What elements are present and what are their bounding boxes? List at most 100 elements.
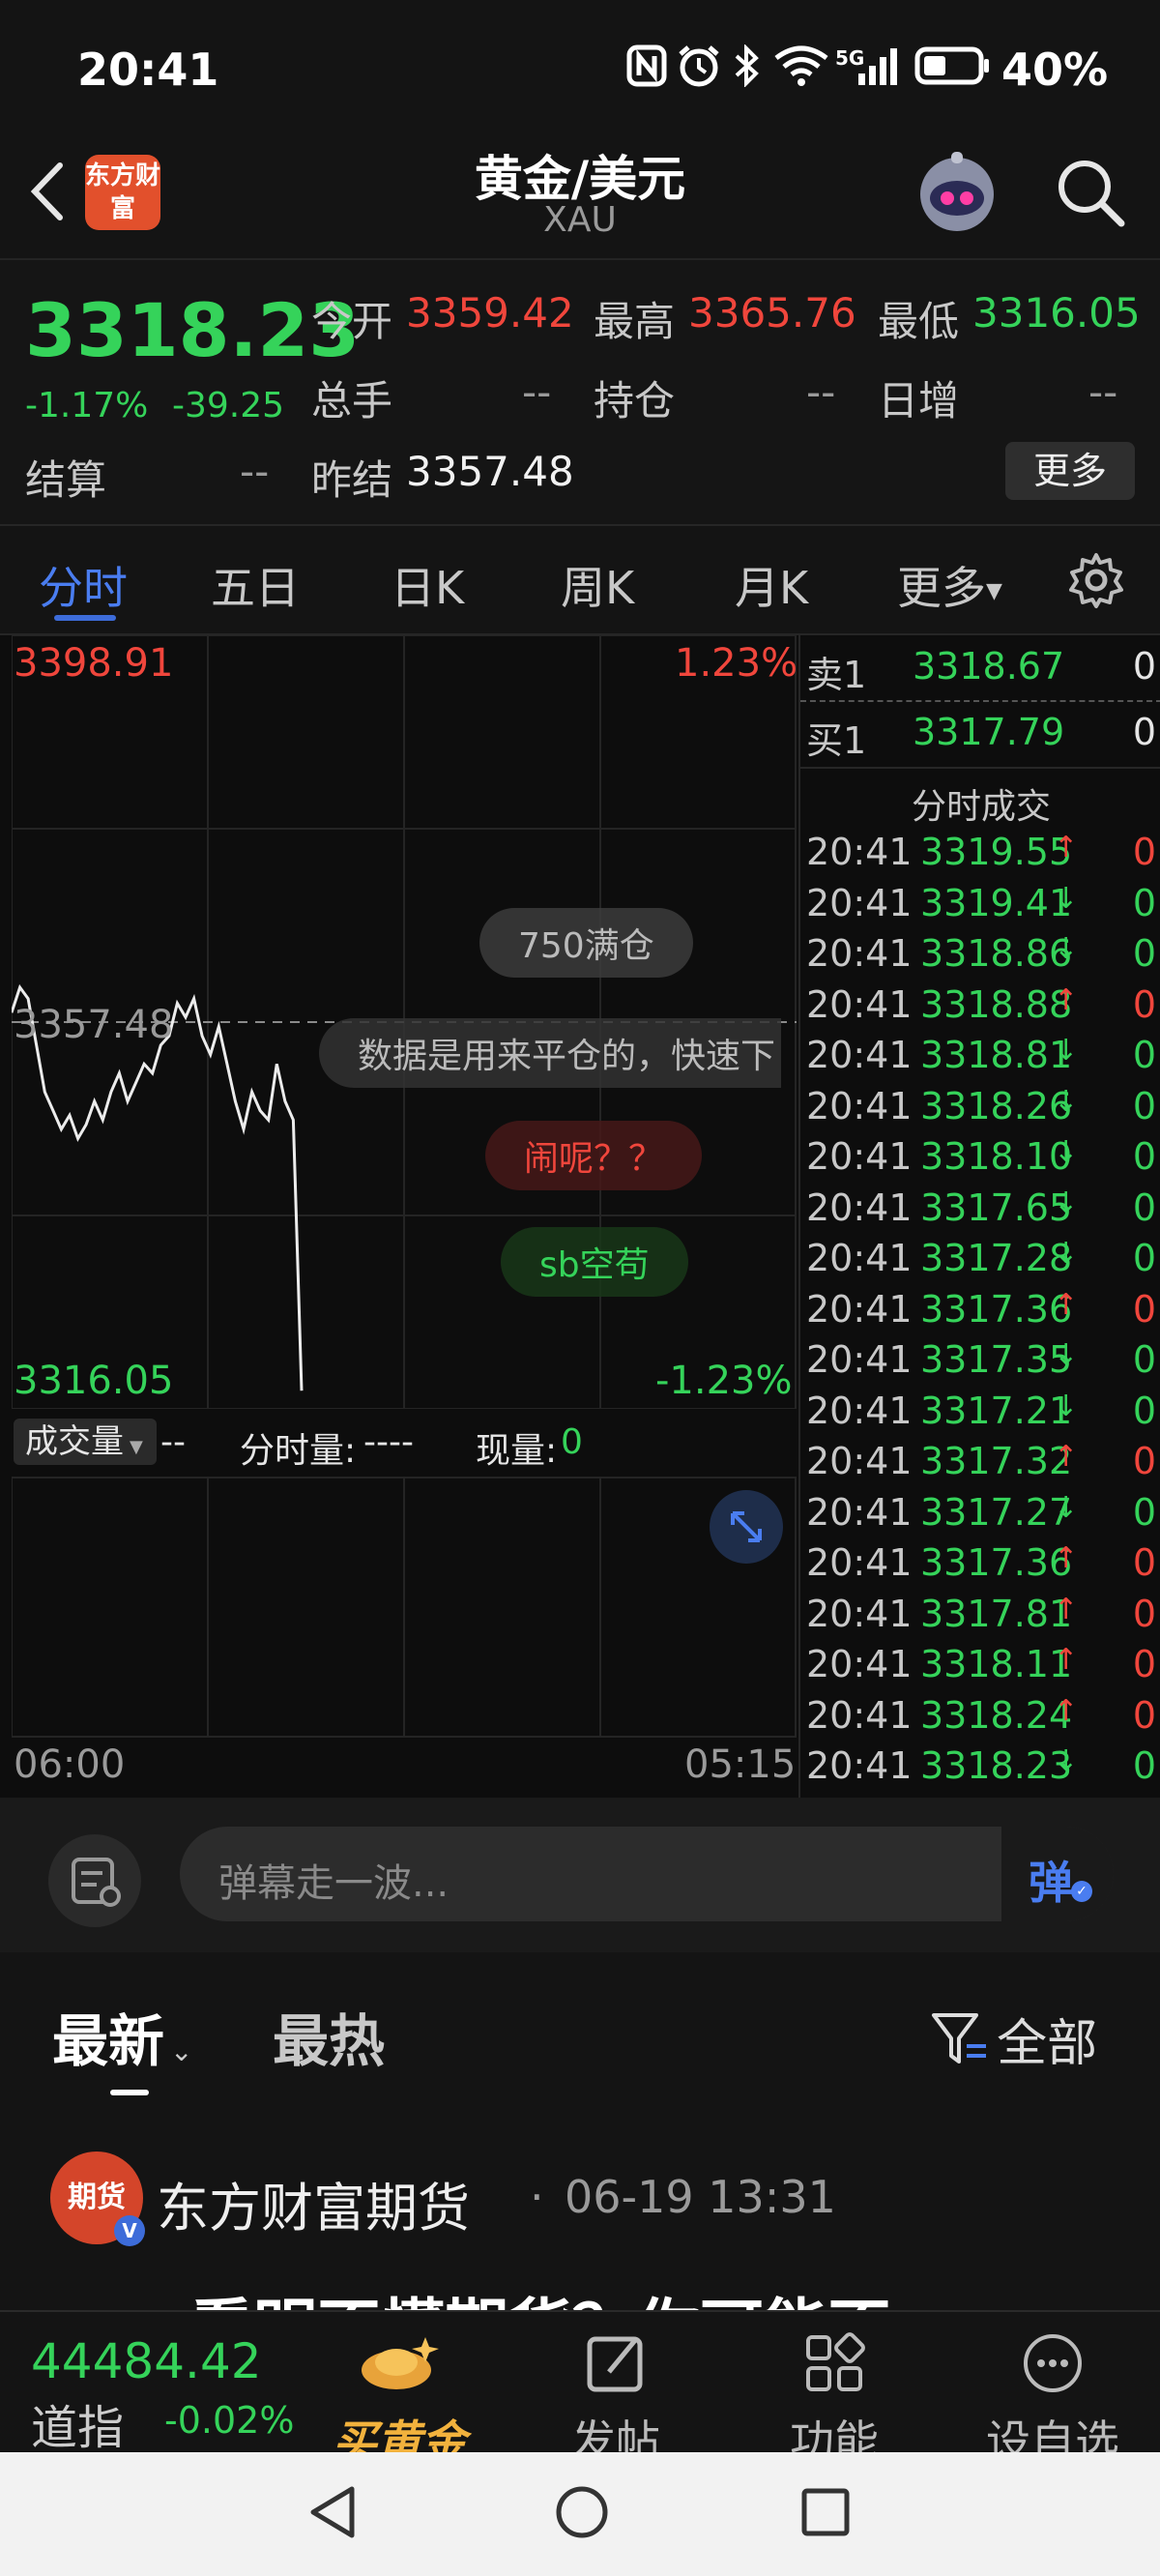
check-icon: ✓ — [1071, 1881, 1092, 1902]
danmaku-input[interactable]: 弹幕走一波... 弹 ✓ — [180, 1827, 1114, 1921]
expand-icon[interactable] — [710, 1490, 783, 1564]
danmaku-bubble: 数据是用来平仓的，快速下 — [319, 1018, 782, 1088]
settle-value: -- — [240, 448, 270, 495]
volume-chart-grid — [11, 1477, 797, 1738]
quote-panel: 3318.23 -1.17% -39.25 结算 -- 今开 3359.42 最… — [0, 258, 1160, 524]
arrow-up-icon: ↑ — [1054, 831, 1079, 864]
tick-row: 20:41 3317.81 ↑ 0 — [806, 1593, 1160, 1643]
system-back-icon[interactable] — [305, 2483, 360, 2545]
tab-monthly-k[interactable]: 月K — [735, 553, 808, 617]
y-axis-low: 3316.05 — [14, 1359, 174, 1403]
tick-price: 3317.65 — [920, 1186, 1073, 1229]
danmaku-bubble: 闹呢？？ — [485, 1121, 703, 1190]
danmaku-send-button[interactable]: 弹 ✓ — [1001, 1827, 1114, 1921]
tick-price: 3318.10 — [920, 1135, 1073, 1178]
tick-price: 3318.81 — [920, 1034, 1073, 1076]
post-author[interactable]: 东方财富期货 — [157, 2165, 470, 2241]
tick-row: 20:41 3317.28 ↓ 0 — [806, 1237, 1160, 1287]
arrow-up-icon: ↑ — [1054, 1592, 1079, 1626]
tick-row: 20:41 3319.55 ↑ 0 — [806, 831, 1160, 881]
tick-time: 20:41 — [806, 1541, 913, 1584]
intraday-chart[interactable]: 3398.91 1.23% 3357.48 3316.05 -1.23% 750… — [10, 634, 798, 1410]
arrow-up-icon: ↑ — [1054, 1693, 1079, 1728]
indicator-select[interactable]: 成交量 ▼ — [14, 1419, 157, 1465]
tab-daily-k[interactable]: 日K — [391, 553, 464, 617]
tick-time: 20:41 — [806, 1693, 913, 1737]
tick-quantity: 0 — [1132, 1186, 1156, 1229]
tab-intraday[interactable]: 分时 — [39, 553, 128, 617]
tick-quantity: 0 — [1132, 1287, 1156, 1331]
filter-button[interactable]: 全部 — [928, 2003, 1097, 2075]
tick-row: 20:41 3318.88 ↑ 0 — [806, 983, 1160, 1034]
open-label: 今开 — [311, 298, 393, 345]
index-name[interactable]: 道指 — [31, 2389, 124, 2457]
volume-chart — [11, 1477, 797, 1738]
search-icon[interactable] — [1052, 154, 1129, 235]
tick-price: 3319.55 — [920, 831, 1073, 873]
tick-quantity: 0 — [1132, 1034, 1156, 1076]
sell-quantity: 0 — [1132, 645, 1156, 688]
arrow-down-icon: ↓ — [1054, 1389, 1079, 1423]
tick-row: 20:41 3317.36 ↑ 0 — [806, 1288, 1160, 1338]
tick-quantity: 0 — [1132, 831, 1156, 873]
position-value: -- — [806, 368, 836, 416]
tab-five-day[interactable]: 五日 — [211, 553, 300, 617]
tick-time: 20:41 — [806, 1490, 913, 1534]
nav-functions[interactable]: 功能 — [762, 2329, 907, 2468]
y-axis-high: 3398.91 — [14, 641, 174, 686]
tick-quantity: 0 — [1132, 1744, 1156, 1787]
index-value[interactable]: 44484.42 — [31, 2333, 262, 2389]
tick-time: 20:41 — [806, 1338, 913, 1381]
active-tab-indicator — [54, 615, 116, 621]
danmaku-settings-icon[interactable] — [48, 1834, 141, 1927]
tick-quantity: 0 — [1132, 1490, 1156, 1534]
bottom-navigation: 44484.42 道指 -0.02% 买黄金 发帖 功能 设自选 — [0, 2310, 1160, 2468]
settings-gear-icon[interactable] — [1067, 551, 1125, 613]
low-label: 最低 — [878, 298, 960, 345]
buy-row: 买1 3317.79 0 — [806, 711, 1160, 762]
more-button[interactable]: 更多 — [1005, 442, 1135, 500]
arrow-down-icon: ↓ — [1054, 932, 1079, 966]
arrow-down-icon: ↓ — [1054, 1135, 1079, 1169]
tab-weekly-k[interactable]: 周K — [561, 553, 634, 617]
system-recents-icon[interactable] — [798, 2485, 853, 2543]
tab-more[interactable]: 更多▼ — [897, 553, 1002, 617]
y-axis-low-percent: -1.23% — [655, 1359, 793, 1403]
minute-volume-value: ---- — [363, 1422, 414, 1462]
buy-quantity: 0 — [1132, 711, 1156, 753]
ticks-title: 分时成交 — [911, 787, 1051, 827]
robot-assistant-icon[interactable] — [913, 150, 1001, 243]
app-header: 东方财富 黄金/美元 XAU — [0, 140, 1160, 258]
tick-row: 20:41 3318.10 ↓ 0 — [806, 1135, 1160, 1186]
high-value: 3365.76 — [688, 289, 856, 337]
tick-time: 20:41 — [806, 932, 913, 975]
tick-quantity: 0 — [1132, 932, 1156, 975]
sell-label: 卖1 — [806, 654, 867, 696]
tick-price: 3319.41 — [920, 881, 1073, 924]
tick-time: 20:41 — [806, 1389, 913, 1432]
tick-row: 20:41 3318.81 ↓ 0 — [806, 1034, 1160, 1084]
system-home-icon[interactable] — [553, 2483, 611, 2545]
arrow-up-icon: ↑ — [1054, 1643, 1079, 1677]
tick-row: 20:41 3318.26 ↓ 0 — [806, 1085, 1160, 1135]
nav-buy-gold[interactable]: 买黄金 — [327, 2329, 472, 2468]
tick-price: 3318.88 — [920, 982, 1073, 1026]
nav-post[interactable]: 发帖 — [543, 2329, 688, 2468]
nav-add-watchlist[interactable]: 设自选 — [980, 2329, 1125, 2468]
grid-apps-icon — [806, 2332, 865, 2391]
tick-time: 20:41 — [806, 1186, 913, 1229]
active-tab-indicator — [110, 2090, 149, 2095]
tick-row: 20:41 3318.23 ↓ 0 — [806, 1744, 1160, 1795]
tick-row: 20:41 3317.36 ↑ 0 — [806, 1541, 1160, 1592]
alarm-icon — [677, 44, 721, 91]
tab-newest[interactable]: 最新 ⌄ — [52, 1996, 192, 2077]
arrow-down-icon: ↓ — [1054, 1034, 1079, 1068]
post-title[interactable]: 看明不懂期货？你可能不 — [189, 2277, 891, 2310]
price-line — [10, 983, 304, 1391]
tick-time: 20:41 — [806, 881, 913, 924]
tick-quantity: 0 — [1132, 1084, 1156, 1127]
open-value: 3359.42 — [406, 289, 574, 337]
tab-hottest[interactable]: 最热 — [273, 1996, 385, 2077]
tick-time: 20:41 — [806, 1135, 913, 1178]
tick-quantity: 0 — [1132, 1237, 1156, 1279]
